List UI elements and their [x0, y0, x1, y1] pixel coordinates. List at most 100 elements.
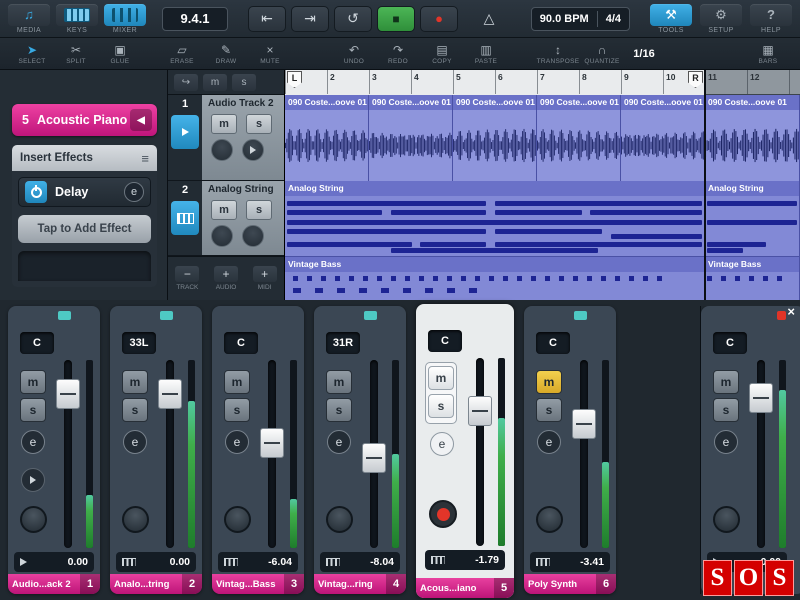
- solo-button[interactable]: s: [428, 394, 454, 418]
- pan-display[interactable]: C: [20, 332, 54, 354]
- go-to-end-button[interactable]: ⇥: [291, 5, 329, 32]
- stop-button[interactable]: ■: [377, 5, 415, 32]
- solo-button[interactable]: s: [713, 398, 739, 422]
- fader-handle[interactable]: [362, 442, 386, 473]
- record-button[interactable]: ●: [420, 5, 458, 32]
- channel-knob[interactable]: [224, 506, 251, 533]
- audio-clip[interactable]: 090 Coste...oove 01: [453, 95, 537, 181]
- bars-button[interactable]: ▦ BARS: [746, 43, 790, 65]
- audio-clip[interactable]: 090 Coste...oove 01: [621, 95, 705, 181]
- channel-knob[interactable]: [536, 506, 563, 533]
- timeline-ruler[interactable]: 2 3 4 5 6 7 8 9 10 11 12 L R: [285, 70, 800, 95]
- channel-name[interactable]: Vintag...Bass 3: [212, 574, 304, 594]
- track-mute-button[interactable]: m: [211, 114, 237, 134]
- mute-tool-button[interactable]: × MUTE: [248, 43, 292, 65]
- glue-tool-button[interactable]: ▣ GLUE: [98, 43, 142, 65]
- channel-effects-button[interactable]: e: [537, 430, 561, 454]
- channel-name[interactable]: Poly Synth 6: [524, 574, 616, 594]
- draw-tool-button[interactable]: ✎ DRAW: [204, 43, 248, 65]
- solo-button[interactable]: s: [536, 398, 562, 422]
- midi-clip-analog-string[interactable]: Analog String: [705, 181, 800, 256]
- channel-effects-button[interactable]: e: [123, 430, 147, 454]
- monitor-button[interactable]: [242, 139, 264, 161]
- select-tool-button[interactable]: ➤ SELECT: [10, 43, 54, 65]
- pan-display[interactable]: C: [428, 330, 462, 352]
- pan-display[interactable]: C: [713, 332, 747, 354]
- preset-collapse-arrow-icon[interactable]: ◀: [130, 109, 152, 131]
- copy-button[interactable]: ▤ COPY: [420, 43, 464, 65]
- channel-effects-button[interactable]: e: [327, 430, 351, 454]
- keys-button[interactable]: KEYS: [56, 3, 98, 34]
- grid-value-selector[interactable]: 1/16: [624, 48, 664, 60]
- record-arm-button[interactable]: [211, 139, 233, 161]
- channel-knob[interactable]: [20, 506, 47, 533]
- mute-button-active[interactable]: m: [536, 370, 562, 394]
- mixer-button[interactable]: MIXER: [104, 3, 146, 34]
- track-row-audio[interactable]: 1 Audio Track 2 m s: [168, 95, 284, 181]
- audio-clip[interactable]: 090 Coste...oove 01: [537, 95, 621, 181]
- channel-effects-button[interactable]: e: [21, 430, 45, 454]
- midi-track-icon[interactable]: [171, 201, 199, 235]
- midi-clip-vintage-bass[interactable]: Vintage Bass: [285, 257, 705, 300]
- solo-button[interactable]: s: [122, 398, 148, 422]
- pan-display[interactable]: 33L: [122, 332, 156, 354]
- fader-handle[interactable]: [468, 395, 492, 426]
- mute-button[interactable]: m: [326, 370, 352, 394]
- setup-button[interactable]: ⚙ SETUP: [700, 3, 742, 34]
- volume-fader[interactable]: [468, 358, 492, 546]
- track-solo-button[interactable]: s: [246, 114, 272, 134]
- track-name[interactable]: Audio Track 2: [202, 95, 284, 109]
- pan-display[interactable]: 31R: [326, 332, 360, 354]
- channel-knob[interactable]: [713, 506, 740, 533]
- effect-slot-delay[interactable]: Delay e: [18, 177, 151, 207]
- channel-knob[interactable]: [326, 506, 353, 533]
- mute-button[interactable]: m: [713, 370, 739, 394]
- track-name[interactable]: Analog String: [202, 181, 284, 195]
- channel-name[interactable]: Analo...tring 2: [110, 574, 202, 594]
- playhead[interactable]: [704, 70, 706, 300]
- mute-button[interactable]: m: [224, 370, 250, 394]
- track-row-midi[interactable]: 2 Analog String m s: [168, 181, 284, 256]
- redo-button[interactable]: ↷ REDO: [376, 43, 420, 65]
- audio-clip[interactable]: 090 Coste...oove 01: [369, 95, 453, 181]
- effects-settings-icon[interactable]: ≡: [141, 151, 149, 166]
- global-solo-button[interactable]: s: [232, 73, 256, 91]
- channel-effects-button[interactable]: e: [430, 432, 454, 456]
- tempo-display[interactable]: 90.0 BPM 4/4: [530, 6, 630, 31]
- channel-name[interactable]: Acous...iano 5: [416, 578, 514, 598]
- midi-clip-vintage-bass[interactable]: Vintage Bass: [705, 257, 800, 300]
- effect-power-button[interactable]: [25, 181, 47, 203]
- add-midi-track-button[interactable]: + MIDI: [252, 266, 277, 291]
- add-audio-track-button[interactable]: + AUDIO: [213, 266, 238, 291]
- fader-handle[interactable]: [749, 382, 773, 413]
- global-mute-button[interactable]: m: [203, 73, 227, 91]
- audio-clip[interactable]: 090 Coste...oove 01: [705, 95, 800, 181]
- channel-knob[interactable]: [122, 506, 149, 533]
- midi-clip-analog-string[interactable]: Analog String: [285, 181, 705, 256]
- volume-fader[interactable]: [158, 360, 182, 548]
- volume-fader[interactable]: [749, 360, 773, 548]
- go-to-start-button[interactable]: ⇤: [248, 5, 286, 32]
- channel-name[interactable]: Audio...ack 2 1: [8, 574, 100, 594]
- pan-display[interactable]: C: [536, 332, 570, 354]
- audio-clip[interactable]: 090 Coste...oove 01: [285, 95, 369, 181]
- track-solo-button[interactable]: s: [246, 200, 272, 220]
- instrument-preset-button[interactable]: 5 Acoustic Piano ◀: [12, 104, 157, 136]
- add-effect-button[interactable]: Tap to Add Effect: [18, 215, 151, 243]
- channel-name[interactable]: Vintag...ring 4: [314, 574, 406, 594]
- tools-button[interactable]: ⚒ TOOLS: [650, 3, 692, 34]
- undo-button[interactable]: ↶ UNDO: [332, 43, 376, 65]
- cycle-button[interactable]: ↺: [334, 5, 372, 32]
- transpose-button[interactable]: ↕ TRANSPOSE: [536, 43, 580, 65]
- follow-playhead-button[interactable]: ↪: [174, 73, 198, 91]
- time-position-display[interactable]: 9.4.1: [162, 6, 228, 31]
- mute-button[interactable]: m: [20, 370, 46, 394]
- erase-tool-button[interactable]: ▱ ERASE: [160, 43, 204, 65]
- mute-button[interactable]: m: [428, 366, 454, 390]
- volume-fader[interactable]: [56, 360, 80, 548]
- paste-button[interactable]: ▥ PASTE: [464, 43, 508, 65]
- fader-handle[interactable]: [56, 378, 80, 409]
- channel-effects-button[interactable]: e: [225, 430, 249, 454]
- delete-track-button[interactable]: − TRACK: [175, 266, 200, 291]
- track-mute-button[interactable]: m: [211, 200, 237, 220]
